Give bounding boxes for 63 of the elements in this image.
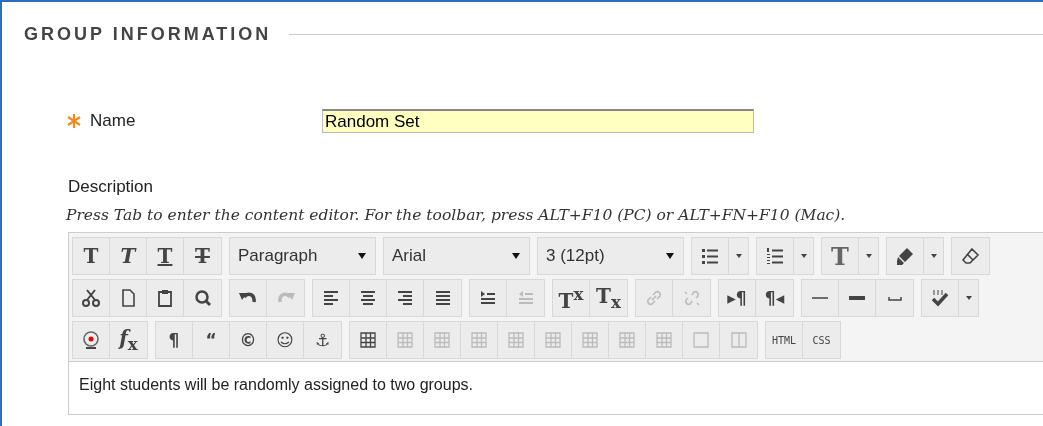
align-right-icon <box>395 288 415 308</box>
dropdown-arrow-icon <box>665 252 675 260</box>
name-input[interactable]: Random Set <box>322 109 754 133</box>
dropdown-select[interactable]: 3 (12pt) <box>538 238 683 274</box>
section-title: GROUP INFORMATION <box>24 24 272 45</box>
align-left-icon <box>321 288 341 308</box>
code-button[interactable]: HTML <box>766 322 803 358</box>
table-grid-icon <box>506 330 526 350</box>
hint-text: Press Tab to enter the content editor. For the toolbar, press ALT+F10 (PC) or ALT+FN+F10 (Mac). <box>66 206 847 224</box>
spellcheck-icon <box>930 288 950 308</box>
italic-button[interactable]: T <box>110 238 147 274</box>
thick-line-icon <box>849 296 865 300</box>
caret-icon <box>734 253 743 259</box>
eraser-icon <box>960 246 981 266</box>
space-icon <box>887 295 902 301</box>
field-label: Description <box>68 177 155 197</box>
field-label: Name <box>90 111 136 131</box>
clipboard-icon <box>155 288 175 308</box>
symbol-button[interactable]: ⚓ <box>304 322 341 358</box>
code-button[interactable]: CSS <box>803 322 840 358</box>
table-grid-icon <box>617 330 637 350</box>
horizontal-line-icon <box>812 297 828 299</box>
symbol-button[interactable]: © <box>230 322 267 358</box>
strikethrough-button[interactable]: T <box>184 238 221 274</box>
table-grid-icon <box>358 330 378 350</box>
align-center-icon <box>358 288 378 308</box>
caret-icon <box>929 253 938 259</box>
dropdown-select[interactable]: Arial <box>384 238 529 274</box>
numbered-list-icon <box>765 246 785 266</box>
webcam-icon <box>81 330 101 350</box>
scissors-icon <box>81 288 101 308</box>
symbol-button[interactable]: ¶ <box>156 322 193 358</box>
symbol-button[interactable]: ¶◂ <box>756 280 793 316</box>
underline-button[interactable]: T <box>147 238 184 274</box>
content-text: Eight students will be randomly assigned to two groups. <box>79 376 473 393</box>
symbol-button[interactable]: ☺ <box>267 322 304 358</box>
split-cell-icon <box>728 330 749 350</box>
dropdown-select[interactable]: Paragraph <box>230 238 375 274</box>
editor-content[interactable]: Eight students will be randomly assigned to two groups. <box>69 361 1043 414</box>
table-grid-icon <box>395 330 415 350</box>
caret-icon <box>799 253 808 259</box>
broken-link-icon <box>681 288 702 308</box>
table-grid-icon <box>580 330 600 350</box>
bold-button[interactable]: T <box>73 238 110 274</box>
table-grid-icon <box>543 330 563 350</box>
caret-icon <box>964 295 973 301</box>
bullet-list-icon <box>700 246 720 266</box>
symbol-button[interactable]: ▸¶ <box>719 280 756 316</box>
formula-button[interactable]: f$_{x}$ <box>110 322 147 358</box>
caret-icon <box>864 253 873 259</box>
text-color-button[interactable]: T <box>822 238 859 274</box>
highlighter-icon <box>895 246 915 266</box>
table-grid-icon <box>432 330 452 350</box>
script-button[interactable]: T$^{x}$ <box>553 280 590 316</box>
table-grid-icon <box>654 330 674 350</box>
link-icon <box>644 288 664 308</box>
dropdown-arrow-icon <box>357 252 367 260</box>
script-button[interactable]: T$_{x}$ <box>590 280 627 316</box>
dropdown-arrow-icon <box>511 252 521 260</box>
search-icon <box>192 288 213 308</box>
symbol-button[interactable]: “ <box>193 322 230 358</box>
table-grid-icon <box>469 330 489 350</box>
cell-box-icon <box>691 330 711 350</box>
